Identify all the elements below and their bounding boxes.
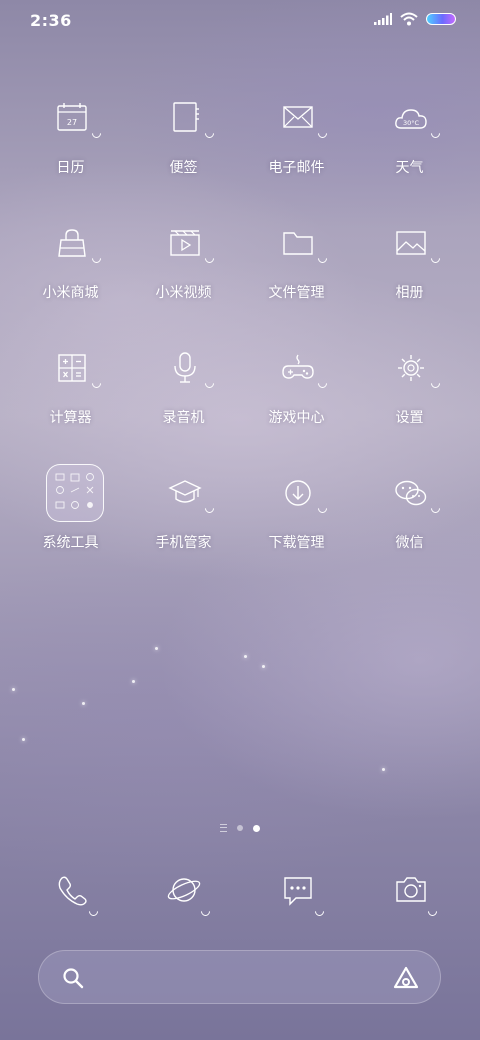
app-label: 微信 [395, 535, 424, 551]
app-label: 天气 [395, 160, 424, 176]
app-label: 计算器 [49, 410, 92, 426]
search-icon[interactable] [61, 966, 85, 990]
phone-icon [58, 876, 87, 906]
weather-temp: 30°C [403, 119, 420, 127]
app-label: 相册 [395, 285, 424, 301]
download-icon [285, 480, 311, 506]
page-indicator[interactable] [0, 824, 480, 832]
battery-icon [426, 13, 456, 25]
dock-phone[interactable] [50, 868, 100, 918]
app-calculator[interactable]: 计算器 [14, 345, 127, 455]
app-label: 手机管家 [155, 535, 212, 551]
video-icon [170, 230, 200, 256]
search-bar[interactable] [38, 950, 441, 1004]
app-calendar[interactable]: 27 日历 [14, 95, 127, 205]
gallery-icon [396, 231, 426, 255]
app-label: 文件管理 [268, 285, 325, 301]
page-dot [237, 825, 243, 831]
app-downloads[interactable]: 下载管理 [240, 470, 353, 580]
app-label: 小米视频 [155, 285, 212, 301]
app-notes[interactable]: 便签 [127, 95, 240, 205]
shopping-bag-icon [58, 229, 86, 257]
assistant-icon[interactable] [392, 965, 420, 991]
sparkle [132, 680, 135, 683]
sparkle [382, 768, 385, 771]
dock-browser[interactable] [162, 868, 212, 918]
sparkle [12, 688, 15, 691]
app-file-manager[interactable]: 文件管理 [240, 220, 353, 330]
status-bar: 2:36 [0, 0, 480, 42]
status-icons [374, 12, 456, 26]
app-label: 便签 [169, 160, 198, 176]
folder-icon [283, 232, 313, 255]
page-dot-active [253, 824, 260, 832]
sparkle [82, 702, 85, 705]
app-label: 日历 [56, 160, 85, 176]
calendar-icon: 27 [57, 103, 87, 131]
sparkle [244, 655, 247, 658]
notes-icon [173, 102, 199, 132]
sparkle [155, 647, 158, 650]
app-email[interactable]: 电子邮件 [240, 95, 353, 205]
status-time: 2:36 [30, 11, 72, 30]
app-recorder[interactable]: 录音机 [127, 345, 240, 455]
page-menu-icon [220, 824, 227, 832]
app-label: 设置 [395, 410, 424, 426]
mail-icon [283, 106, 313, 128]
app-label: 录音机 [162, 410, 205, 426]
app-label: 系统工具 [42, 535, 99, 551]
gamepad-icon [282, 354, 314, 379]
dock [0, 868, 480, 918]
dock-messages[interactable] [276, 868, 326, 918]
app-row: 小米商城 小米视频 文件管理 相册 [0, 220, 480, 330]
sparkle [22, 738, 25, 741]
app-label: 下载管理 [268, 535, 325, 551]
folder-mini-icons [55, 473, 94, 509]
app-game-center[interactable]: 游戏中心 [240, 345, 353, 455]
sparkle [262, 665, 265, 668]
messages-icon [284, 877, 312, 906]
calculator-icon [58, 354, 86, 382]
app-label: 小米商城 [42, 285, 99, 301]
camera-icon [396, 877, 426, 902]
app-mi-store[interactable]: 小米商城 [14, 220, 127, 330]
security-icon [168, 480, 202, 503]
app-wechat[interactable]: 微信 [353, 470, 466, 580]
app-mi-video[interactable]: 小米视频 [127, 220, 240, 330]
wifi-icon [400, 12, 418, 26]
gear-icon [398, 355, 424, 381]
folder-system-tools[interactable]: 系统工具 [14, 464, 127, 580]
folder-group-icon [46, 464, 104, 522]
app-label: 游戏中心 [268, 410, 325, 426]
app-label: 电子邮件 [268, 160, 325, 176]
weather-icon: 30°C [395, 109, 427, 129]
browser-planet-icon [167, 878, 201, 902]
app-row: 计算器 录音机 游戏中心 设置 [0, 345, 480, 455]
app-security[interactable]: 手机管家 [127, 470, 240, 580]
app-row: 系统工具 手机管家 下载管理 微信 [0, 464, 480, 580]
app-gallery[interactable]: 相册 [353, 220, 466, 330]
app-row: 27 日历 便签 电子邮件 30°C 天气 [0, 95, 480, 205]
signal-icon [374, 13, 392, 25]
app-settings[interactable]: 设置 [353, 345, 466, 455]
calendar-date: 27 [67, 118, 77, 127]
wechat-icon [395, 480, 427, 506]
microphone-icon [174, 352, 196, 383]
app-weather[interactable]: 30°C 天气 [353, 95, 466, 205]
dock-camera[interactable] [389, 868, 439, 918]
